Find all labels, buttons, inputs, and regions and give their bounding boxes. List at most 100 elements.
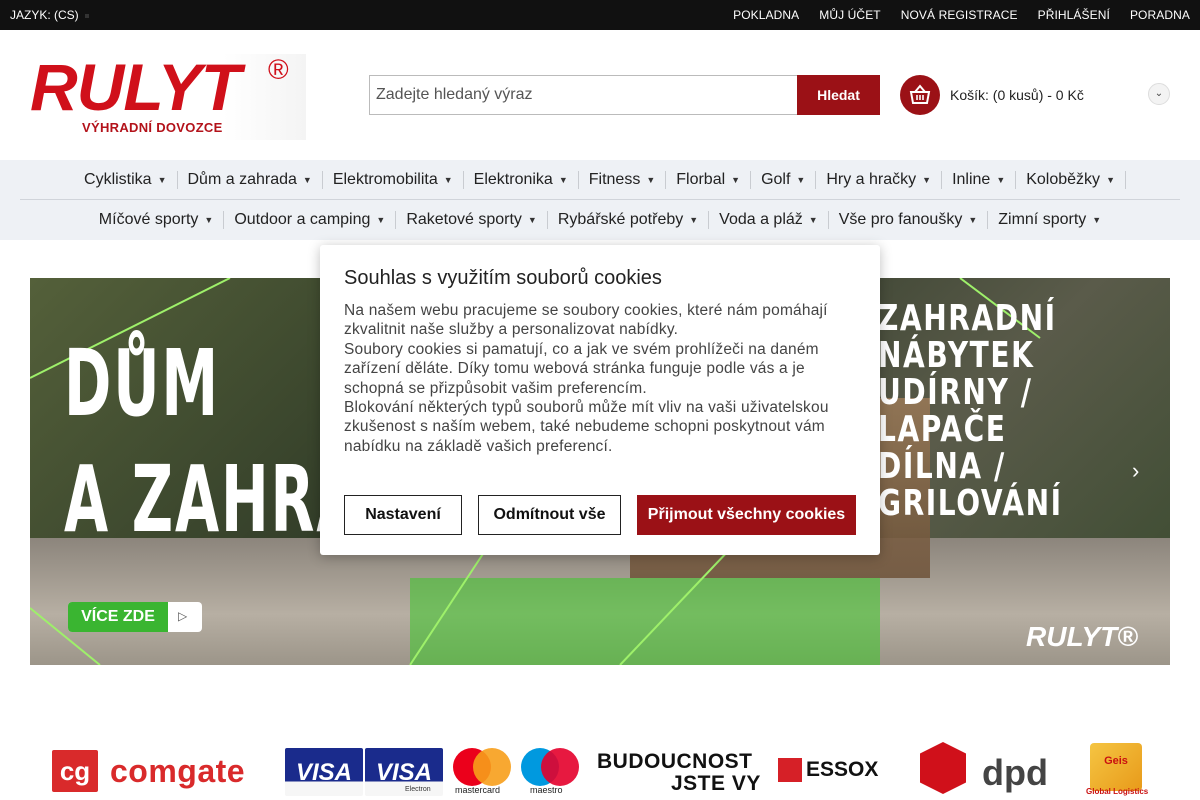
maestro-label: maestro [530,785,563,795]
dpd-cube-icon [920,742,966,794]
nav-label: Raketové sporty [406,211,522,228]
chevron-right-icon[interactable]: › [1132,458,1139,484]
nav-item-micove-sporty[interactable]: Míčové sporty ▼ [89,211,225,229]
banner-subtitle-2: UDÍRNY / LAPAČE [878,372,1033,450]
link-nova-registrace[interactable]: NOVÁ REGISTRACE [891,0,1028,30]
partner-logos: cg comgate VISA VISA Electron mastercard… [0,735,1200,800]
nav-label: Florbal [676,170,726,188]
chevron-down-icon: ▼ [204,215,214,225]
nav-item-florbal[interactable]: Florbal ▼ [666,170,752,189]
nav-item-voda-a-plaz[interactable]: Voda a pláž ▼ [709,211,829,229]
cookie-body: Na našem webu pracujeme se soubory cooki… [344,301,860,456]
search-form: Hledat [369,75,880,115]
language-caret-icon [84,13,89,18]
site-logo[interactable]: RULYT ® VÝHRADNÍ DOVOZCE [30,54,306,140]
language-selector[interactable]: JAZYK: (CS) [10,8,89,22]
essox-word: ESSOX [806,758,879,781]
chevron-down-icon: ▼ [302,174,312,185]
nav-label: Vše pro fanoušky [838,211,963,228]
geis-logo: Geis [1090,743,1142,791]
banner-subtitles: ZAHRADNÍ NÁBYTEK UDÍRNY / LAPAČE DÍLNA /… [878,300,1106,522]
visa-electron-logo: VISA [365,748,443,796]
chevron-down-icon: ▼ [157,174,167,185]
chevron-down-icon: ▼ [376,215,386,225]
basket-icon[interactable] [900,75,940,115]
nav-item-zimni-sporty[interactable]: Zimní sporty ▼ [988,211,1111,229]
cookie-paragraph-1: Na našem webu pracujeme se soubory cooki… [344,302,828,339]
nav-label: Zimní sporty [998,211,1087,228]
nav-item-rybarske-potreby[interactable]: Rybářské potřeby ▼ [548,211,710,229]
nav-label: Golf [761,170,791,188]
nav-label: Rybářské potřeby [557,211,684,228]
banner-subtitle-3: DÍLNA / GRILOVÁNÍ [878,446,1063,524]
chevron-down-icon: ▼ [808,215,818,225]
search-input[interactable] [370,76,797,114]
comgate-logo-word: comgate [110,753,246,789]
play-icon: ▷ [178,609,188,623]
nav-label: Fitness [588,170,641,188]
nav-item-kolobezky[interactable]: Koloběžky ▼ [1016,170,1126,189]
essox-slogan-line1: BUDOUCNOST [597,750,753,773]
chevron-down-icon: ▼ [922,174,932,185]
logo-word: RULYT [30,50,241,124]
chevron-down-icon: ▼ [689,215,699,225]
cookie-settings-button[interactable]: Nastavení [344,495,462,535]
visa-logo: VISA [285,748,363,796]
essox-square-icon [778,758,802,783]
header: RULYT ® VÝHRADNÍ DOVOZCE Hledat Košík: (… [0,30,1200,160]
nav-label: Outdoor a camping [234,211,371,228]
nav-item-outdoor-a-camping[interactable]: Outdoor a camping ▼ [224,211,397,229]
chevron-down-icon: ▼ [646,174,656,185]
more-button-label: VÍCE ZDE [68,602,168,632]
cookie-accept-button[interactable]: Přijmout všechny cookies [637,495,856,535]
cart-summary[interactable]: Košík: (0 kusů) - 0 Kč [950,87,1084,103]
chevron-down-icon: ▼ [968,215,978,225]
cookie-reject-button[interactable]: Odmítnout vše [478,495,621,535]
chevron-down-icon: ▼ [443,174,453,185]
dpd-logo-word: dpd [982,752,1048,793]
geis-word: Geis [1104,755,1128,767]
chevron-down-icon: ▼ [996,174,1006,185]
nav-item-fitness[interactable]: Fitness ▼ [579,170,667,189]
comgate-logo-mark: cg [52,750,98,792]
geis-sub: Global Logistics [1086,787,1149,796]
category-nav: Cyklistika ▼ Dům a zahrada ▼ Elektromobili… [0,160,1200,240]
mastercard-label: mastercard [455,785,501,795]
chevron-down-icon: ▼ [558,174,568,185]
nav-item-golf[interactable]: Golf ▼ [751,170,817,189]
essox-logo: ESSOX [778,758,879,783]
nav-label: Míčové sporty [98,211,199,228]
search-button[interactable]: Hledat [797,75,880,115]
language-label: JAZYK: (CS) [10,8,79,22]
cookie-title: Souhlas s využitím souborů cookies [344,267,662,289]
nav-label: Voda a pláž [719,211,803,228]
cookie-paragraph-3: Blokování některých typů souborů může mí… [344,399,829,455]
nav-item-hry-a-hracky[interactable]: Hry a hračky ▼ [816,170,943,189]
top-links: POKLADNA MŮJ ÚČET NOVÁ REGISTRACE PŘIHLÁ… [723,0,1200,30]
nav-item-inline[interactable]: Inline ▼ [942,170,1017,189]
link-prihlaseni[interactable]: PŘIHLÁŠENÍ [1028,0,1120,30]
chevron-down-icon[interactable]: ⌄ [1148,83,1170,105]
cookie-consent-dialog: Souhlas s využitím souborů cookies Na na… [320,245,880,555]
nav-item-raketove-sporty[interactable]: Raketové sporty ▼ [396,211,548,229]
nav-row-2: Míčové sporty ▼ Outdoor a camping ▼ Raketo… [20,200,1180,240]
visa-electron-word: VISA [375,759,432,786]
nav-item-cyklistika[interactable]: Cyklistika ▼ [74,170,178,189]
logo-tagline: VÝHRADNÍ DOVOZCE [82,120,223,135]
link-muj-ucet[interactable]: MŮJ ÚČET [809,0,890,30]
nav-item-elektromobilita[interactable]: Elektromobilita ▼ [323,170,464,189]
cookie-paragraph-2: Soubory cookies si pamatují, co a jak ve… [344,340,819,397]
nav-label: Elektronika [473,170,553,188]
nav-row-1: Cyklistika ▼ Dům a zahrada ▼ Elektromobili… [20,160,1180,200]
chevron-down-icon: ▼ [527,215,537,225]
chevron-down-icon: ▼ [1092,215,1102,225]
nav-label: Cyklistika [84,170,152,188]
visa-electron-sub: Electron [405,786,431,793]
nav-label: Hry a hračky [826,170,917,188]
link-poradna[interactable]: PORADNA [1120,0,1200,30]
link-pokladna[interactable]: POKLADNA [723,0,809,30]
nav-item-elektronika[interactable]: Elektronika ▼ [464,170,579,189]
nav-item-dum-a-zahrada[interactable]: Dům a zahrada ▼ [178,170,323,189]
nav-item-vse-pro-fanousky[interactable]: Vše pro fanoušky ▼ [829,211,989,229]
more-button[interactable]: VÍCE ZDE ▷ [68,602,202,632]
